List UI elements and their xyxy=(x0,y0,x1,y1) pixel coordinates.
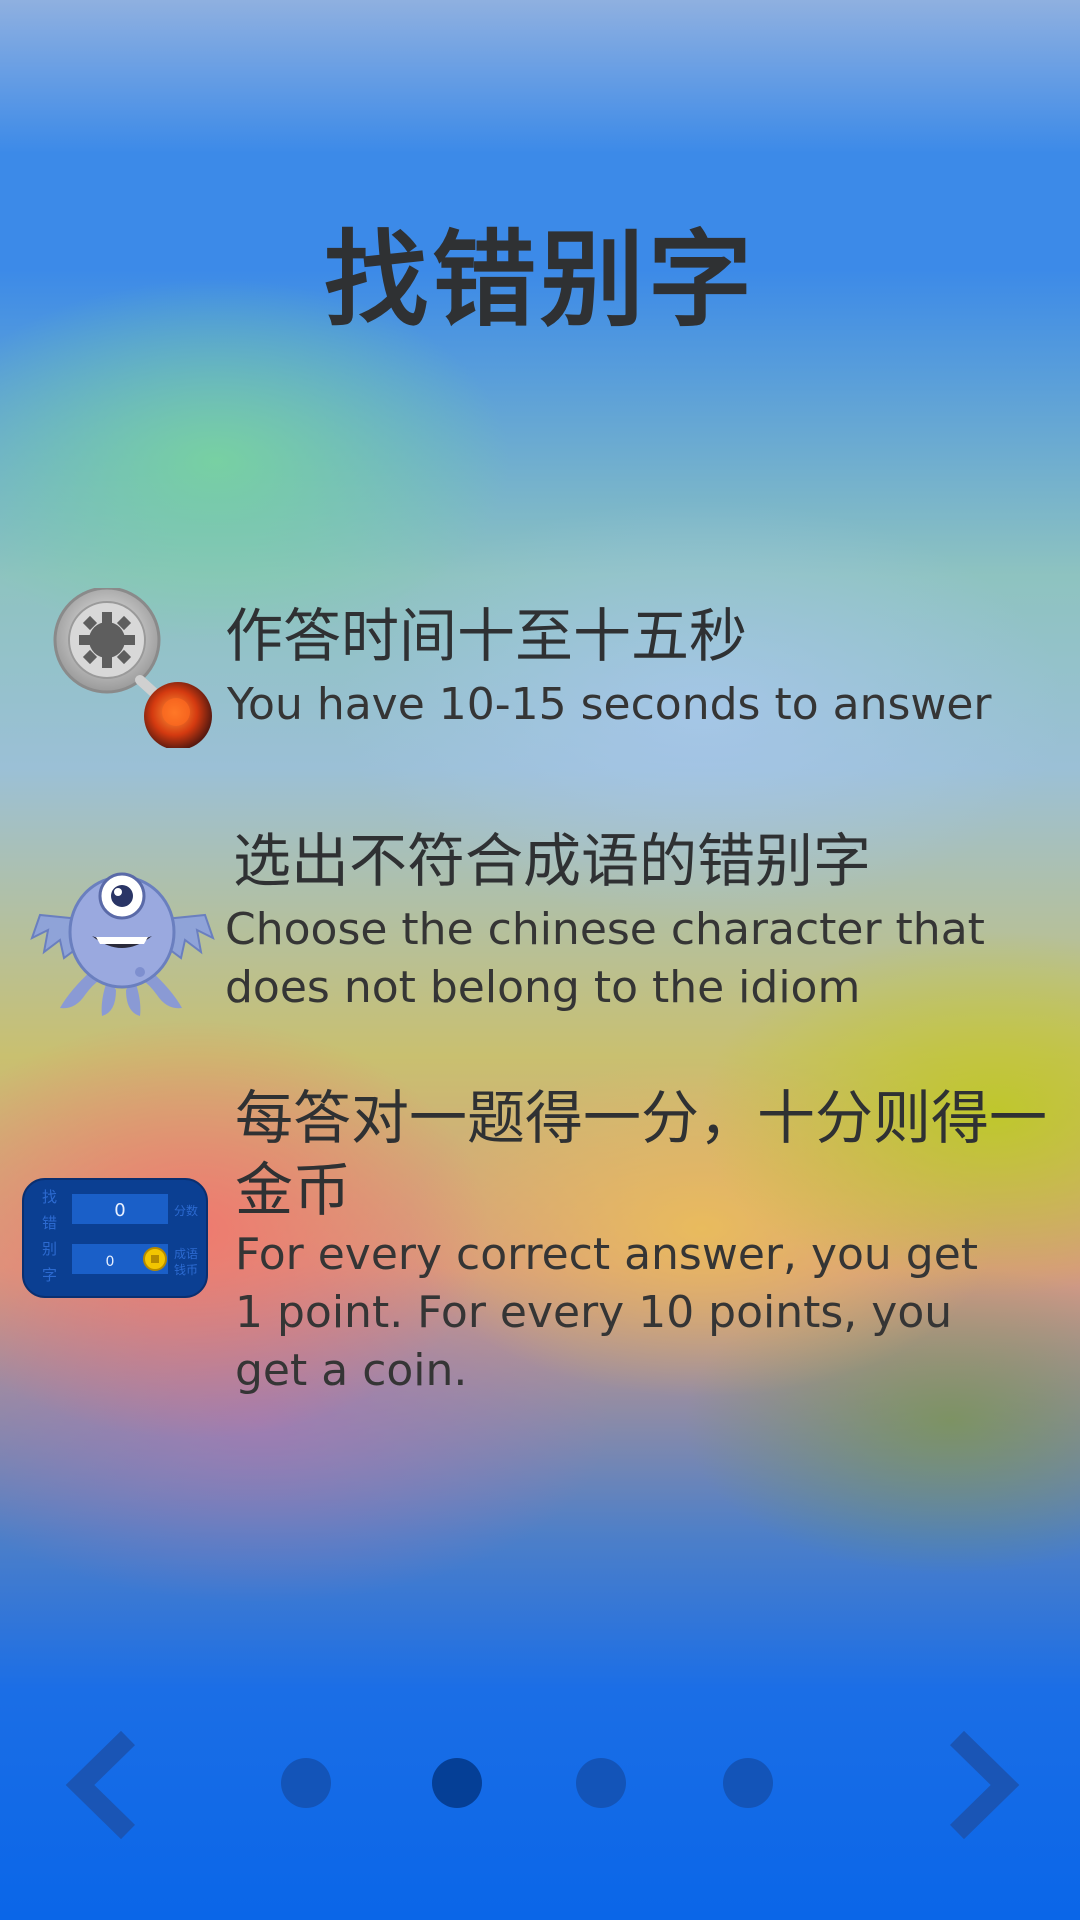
scoreboard-side-char: 错 xyxy=(42,1214,57,1232)
page-dot-2-active[interactable] xyxy=(432,1758,482,1808)
scoreboard-side-char: 别 xyxy=(42,1240,57,1258)
timer-fuse-icon xyxy=(50,586,220,750)
rule-zh-text: 每答对一题得一分，十分则得一金币 xyxy=(235,1084,1048,1224)
svg-text:0: 0 xyxy=(106,1254,115,1270)
rule-item-scoring: 找 错 别 字 0 0 分数 成语 钱币 每答对一题得一分，十分则得一金币 Fo… xyxy=(0,1080,1080,1410)
one-eyed-monster-icon xyxy=(30,860,215,1020)
rule-en-text: You have 10-15 seconds to answer xyxy=(227,679,992,730)
rule-en-text: Choose the chinese character that does n… xyxy=(225,904,985,1013)
page-indicator xyxy=(0,1758,1080,1808)
svg-text:成语: 成语 xyxy=(174,1247,198,1261)
page-dot-3[interactable] xyxy=(576,1758,626,1808)
rule-item-choose-character: 选出不符合成语的错别字 Choose the chinese character… xyxy=(0,825,1080,1025)
svg-text:分数: 分数 xyxy=(174,1203,198,1218)
svg-text:0: 0 xyxy=(114,1200,125,1221)
rule-zh-text: 选出不符合成语的错别字 xyxy=(233,827,872,895)
rule-en-text: For every correct answer, you get 1 poin… xyxy=(235,1229,979,1396)
page-dot-4[interactable] xyxy=(723,1758,773,1808)
scoreboard-icon: 找 错 别 字 0 0 分数 成语 钱币 xyxy=(22,1178,208,1298)
page-dot-1[interactable] xyxy=(281,1758,331,1808)
svg-text:钱币: 钱币 xyxy=(174,1262,198,1277)
scoreboard-side-char: 找 xyxy=(42,1188,57,1206)
chevron-right-icon xyxy=(950,1730,1020,1840)
page-title: 找错别字 xyxy=(323,219,756,341)
rule-zh-text: 作答时间十至十五秒 xyxy=(225,602,748,670)
scoreboard-side-char: 字 xyxy=(42,1266,57,1284)
next-page-button[interactable] xyxy=(925,1730,1035,1840)
rule-item-time-limit: 作答时间十至十五秒 You have 10-15 seconds to answ… xyxy=(0,580,1080,750)
